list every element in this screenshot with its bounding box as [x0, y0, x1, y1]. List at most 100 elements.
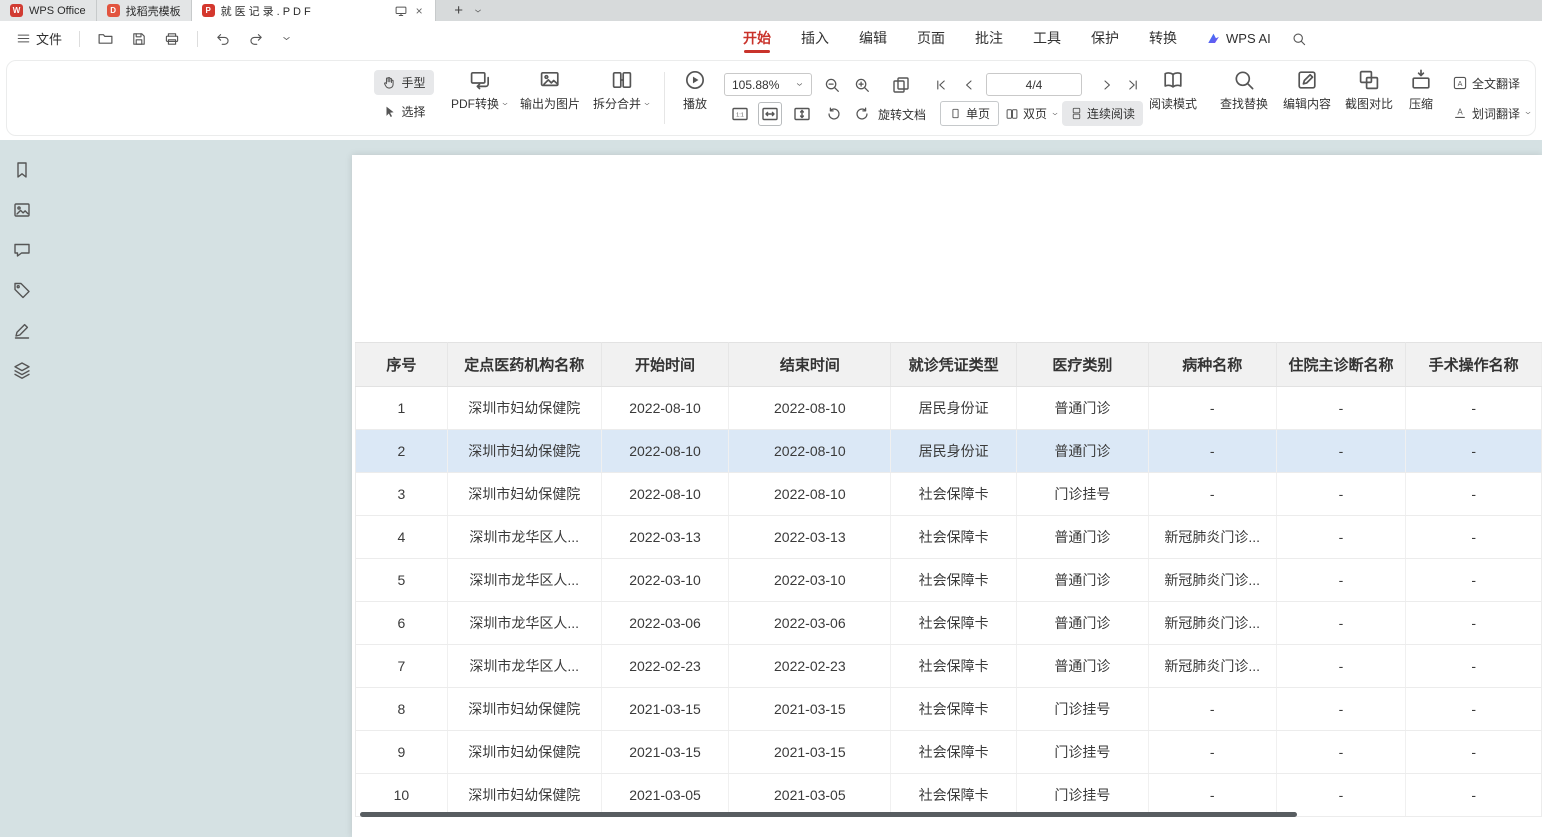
menu-search-button[interactable]: [1291, 31, 1307, 47]
double-page-button[interactable]: 双页: [1000, 101, 1064, 126]
export-image-button[interactable]: 输出为图片: [515, 68, 585, 112]
find-replace-button[interactable]: 查找替换: [1212, 68, 1276, 112]
full-text-translate-button[interactable]: A 全文翻译: [1452, 72, 1520, 94]
actual-size-button[interactable]: 1:1: [728, 102, 752, 126]
ribbon-tab-home[interactable]: 开始: [728, 21, 786, 56]
tab-docer-templates[interactable]: D 找稻壳模板: [97, 0, 192, 21]
table-cell: 居民身份证: [891, 430, 1017, 473]
tags-panel-button[interactable]: [12, 280, 32, 300]
file-menu-button[interactable]: 文件: [12, 26, 66, 51]
table-cell: -: [1276, 559, 1406, 602]
quickbar-chevron-icon[interactable]: [277, 30, 296, 47]
column-header: 住院主诊断名称: [1276, 343, 1406, 387]
table-cell: 2021-03-15: [729, 688, 891, 731]
rotate-left-button[interactable]: [822, 102, 846, 126]
table-row: 6深圳市龙华区人...2022-03-062022-03-06社会保障卡普通门诊…: [356, 602, 1542, 645]
redo-button[interactable]: [244, 28, 268, 50]
wps-ai-button[interactable]: WPS AI: [1206, 31, 1271, 46]
menu-bar: 文件 开始 插入 编辑: [0, 21, 1542, 56]
rotate-document-label: 旋转文档: [878, 106, 926, 123]
split-merge-label: 拆分合并: [593, 95, 641, 112]
table-cell: 2022-03-10: [729, 559, 891, 602]
print-icon: [164, 31, 180, 47]
zoom-level-combo[interactable]: 105.88%: [724, 73, 812, 96]
table-cell: 深圳市妇幼保健院: [447, 430, 601, 473]
fit-page-button[interactable]: [790, 102, 814, 126]
single-page-button[interactable]: 单页: [940, 101, 999, 126]
chevron-down-icon: [1051, 110, 1059, 118]
play-button[interactable]: 播放: [670, 68, 720, 112]
divider: [664, 72, 665, 124]
ribbon-tab-tools[interactable]: 工具: [1018, 21, 1076, 56]
next-page-button[interactable]: [1096, 74, 1118, 96]
zoom-out-button[interactable]: [820, 73, 844, 97]
save-icon: [131, 31, 147, 47]
first-page-button[interactable]: [930, 74, 952, 96]
previous-page-button[interactable]: [958, 74, 980, 96]
ribbon-tab-page[interactable]: 页面: [902, 21, 960, 56]
continuous-read-icon: [1070, 107, 1083, 120]
table-cell: 2021-03-15: [601, 731, 729, 774]
layers-icon: [12, 360, 32, 380]
tab-wps-office[interactable]: W WPS Office: [0, 0, 97, 21]
pdf-convert-button[interactable]: PDF转换: [446, 68, 514, 112]
tab-document[interactable]: P 就医记录.PDF ×: [192, 0, 436, 21]
undo-button[interactable]: [211, 28, 235, 50]
word-translate-button[interactable]: A 划词翻译: [1452, 102, 1532, 124]
open-file-button[interactable]: [93, 27, 118, 50]
single-page-label: 单页: [966, 105, 990, 122]
split-merge-button[interactable]: 拆分合并: [588, 68, 656, 112]
chevron-down-icon: [1524, 109, 1532, 117]
read-mode-button[interactable]: 阅读模式: [1142, 68, 1204, 112]
print-button[interactable]: [160, 28, 184, 50]
fit-window-button[interactable]: [888, 72, 914, 98]
edit-content-button[interactable]: 编辑内容: [1276, 68, 1338, 112]
search-icon: [1291, 31, 1307, 47]
rotate-right-button[interactable]: [850, 102, 874, 126]
zoom-in-button[interactable]: [850, 73, 874, 97]
hand-icon: [382, 75, 397, 90]
fit-width-button[interactable]: [758, 102, 782, 126]
monitor-icon[interactable]: [394, 4, 408, 18]
layers-panel-button[interactable]: [12, 360, 32, 380]
signature-panel-button[interactable]: [12, 320, 32, 340]
table-cell: 6: [356, 602, 448, 645]
table-cell: 深圳市妇幼保健院: [447, 473, 601, 516]
ribbon-tab-insert[interactable]: 插入: [786, 21, 844, 56]
thumbnails-panel-button[interactable]: [12, 200, 32, 220]
select-tool-button[interactable]: 选择: [374, 99, 434, 124]
horizontal-scrollbar[interactable]: [360, 812, 1297, 817]
ribbon-tab-protect[interactable]: 保护: [1076, 21, 1134, 56]
ribbon-tab-convert[interactable]: 转换: [1134, 21, 1192, 56]
tab-list-chevron-icon[interactable]: [473, 0, 483, 21]
rotate-document-button[interactable]: 旋转文档: [878, 102, 926, 126]
wps-pdf-window: W WPS Office D 找稻壳模板 P 就医记录.PDF × + 文件: [0, 0, 1542, 837]
last-page-button[interactable]: [1122, 74, 1144, 96]
save-button[interactable]: [127, 28, 151, 50]
table-cell: 普通门诊: [1017, 645, 1149, 688]
left-panel-icons: [12, 160, 32, 380]
ribbon-tab-edit[interactable]: 编辑: [844, 21, 902, 56]
hand-tool-button[interactable]: 手型: [374, 70, 434, 95]
continuous-read-button[interactable]: 连续阅读: [1062, 101, 1143, 126]
thumbnail-icon: [12, 200, 32, 220]
ribbon-tab-comment[interactable]: 批注: [960, 21, 1018, 56]
pdf-page[interactable]: 序号定点医药机构名称开始时间结束时间就诊凭证类型医疗类别病种名称住院主诊断名称手…: [352, 155, 1542, 837]
find-replace-label: 查找替换: [1220, 95, 1268, 112]
nav-prev-icon: [961, 77, 977, 93]
close-tab-icon[interactable]: ×: [414, 4, 425, 18]
comments-panel-button[interactable]: [12, 240, 32, 260]
page-number-input[interactable]: [986, 73, 1082, 96]
compress-button[interactable]: 压缩: [1398, 68, 1444, 112]
table-header-row: 序号定点医药机构名称开始时间结束时间就诊凭证类型医疗类别病种名称住院主诊断名称手…: [356, 343, 1542, 387]
table-cell: 普通门诊: [1017, 387, 1149, 430]
new-tab-button[interactable]: +: [449, 0, 469, 20]
compress-icon: [1409, 68, 1433, 92]
table-row: 5深圳市龙华区人...2022-03-102022-03-10社会保障卡普通门诊…: [356, 559, 1542, 602]
column-header: 病种名称: [1148, 343, 1276, 387]
table-cell: 深圳市龙华区人...: [447, 602, 601, 645]
table-row: 7深圳市龙华区人...2022-02-232022-02-23社会保障卡普通门诊…: [356, 645, 1542, 688]
bookmarks-panel-button[interactable]: [12, 160, 32, 180]
compress-label: 压缩: [1409, 95, 1433, 112]
screenshot-compare-button[interactable]: 截图对比: [1338, 68, 1400, 112]
